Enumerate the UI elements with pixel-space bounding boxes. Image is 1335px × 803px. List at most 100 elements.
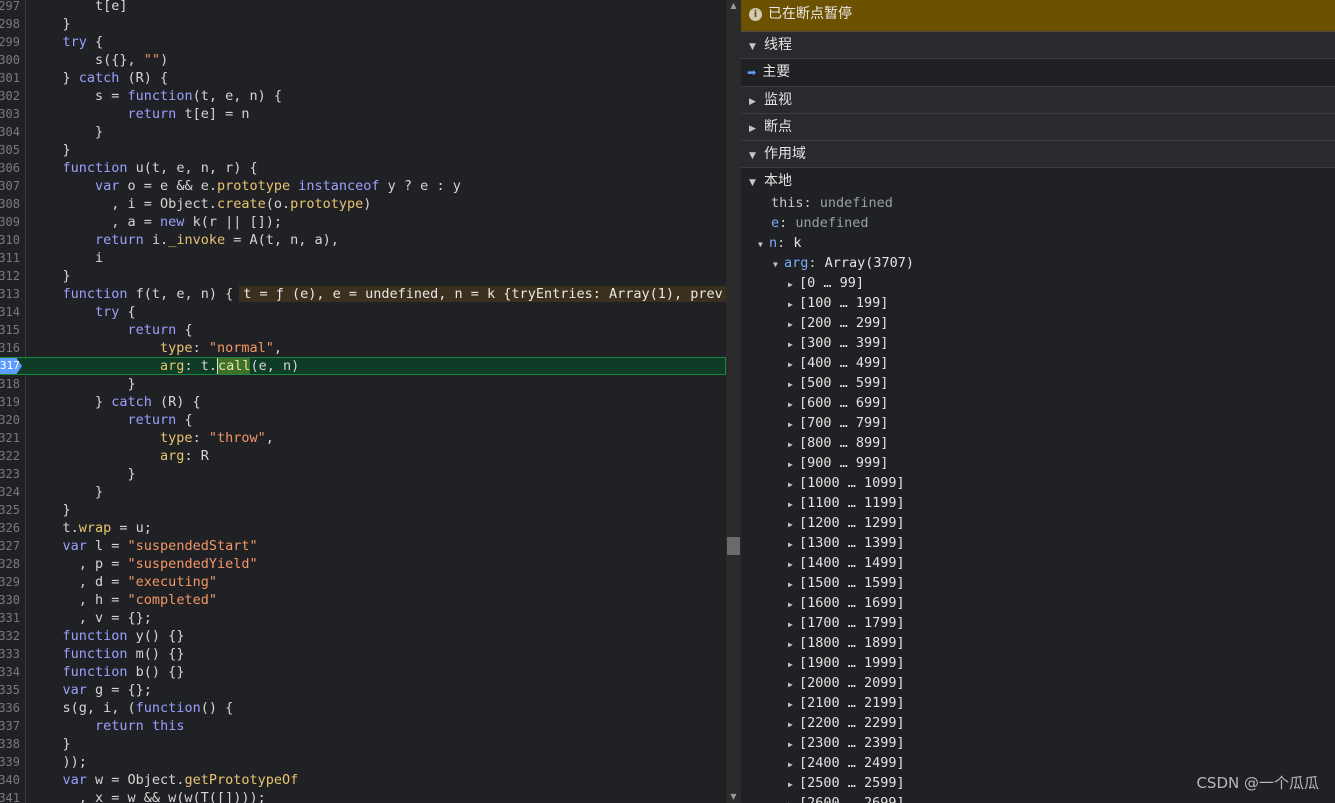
code-line[interactable]: 299 try { [0,33,726,51]
code-line[interactable]: 332 function y() {} [0,627,726,645]
code-line[interactable]: 316 type: "normal", [0,339,726,357]
line-number[interactable]: 309 [0,213,20,231]
line-number[interactable]: 339 [0,753,20,771]
line-number[interactable]: 307 [0,177,20,195]
code-line[interactable]: 335 var g = {}; [0,681,726,699]
code-line[interactable]: 302 s = function(t, e, n) { [0,87,726,105]
line-number[interactable]: 330 [0,591,20,609]
line-number[interactable]: 314 [0,303,20,321]
code-line[interactable]: 327 var l = "suspendedStart" [0,537,726,555]
code-line[interactable]: 315 return { [0,321,726,339]
array-range-item[interactable]: ▶ [2000 … 2099] [788,673,905,693]
array-range-item[interactable]: ▶ [2300 … 2399] [788,733,905,753]
line-number[interactable]: 323 [0,465,20,483]
code-line[interactable]: 328 , p = "suspendedYield" [0,555,726,573]
code-line[interactable]: 322 arg: R [0,447,726,465]
array-range-item[interactable]: ▶ [200 … 299] [788,313,888,333]
line-number[interactable]: 338 [0,735,20,753]
code-line[interactable]: 325 } [0,501,726,519]
var-this[interactable]: this: undefined [771,193,893,213]
array-range-item[interactable]: ▶ [900 … 999] [788,453,888,473]
section-watch[interactable]: ▶ 监视 [741,87,1335,114]
code-line[interactable]: 305 } [0,141,726,159]
code-line[interactable]: 337 return this [0,717,726,735]
code-line[interactable]: 307 var o = e && e.prototype instanceof … [0,177,726,195]
line-number[interactable]: 325 [0,501,20,519]
section-threads[interactable]: ▼ 线程 [741,32,1335,59]
code-line[interactable]: 303 return t[e] = n [0,105,726,123]
code-line[interactable]: 324 } [0,483,726,501]
array-range-item[interactable]: ▶ [1800 … 1899] [788,633,905,653]
code-line[interactable]: 320 return { [0,411,726,429]
code-line[interactable]: 311 i [0,249,726,267]
line-number[interactable]: 332 [0,627,20,645]
code-line[interactable]: 341 , x = w && w(w(T([]))); [0,789,726,803]
line-number[interactable]: 328 [0,555,20,573]
array-range-item[interactable]: ▶ [1400 … 1499] [788,553,905,573]
array-range-item[interactable]: ▶ [1600 … 1699] [788,593,905,613]
code-line[interactable]: 321 type: "throw", [0,429,726,447]
code-line[interactable]: 306 function u(t, e, n, r) { [0,159,726,177]
array-range-item[interactable]: ▶ [1500 … 1599] [788,573,905,593]
array-range-item[interactable]: ▶ [1100 … 1199] [788,493,905,513]
line-number[interactable]: 336 [0,699,20,717]
line-number[interactable]: 315 [0,321,20,339]
array-range-item[interactable]: ▶ [1000 … 1099] [788,473,905,493]
line-number[interactable]: 319 [0,393,20,411]
code-line[interactable]: 336 s(g, i, (function() { [0,699,726,717]
line-number[interactable]: 302 [0,87,20,105]
array-range-item[interactable]: ▶ [100 … 199] [788,293,888,313]
line-number[interactable]: 311 [0,249,20,267]
code-line[interactable]: 310 return i._invoke = A(t, n, a), [0,231,726,249]
array-range-item[interactable]: ▶ [2500 … 2599] [788,773,905,793]
line-number[interactable]: 331 [0,609,20,627]
array-range-item[interactable]: ▶ [1700 … 1799] [788,613,905,633]
scrollbar-thumb[interactable] [727,537,740,555]
code-line[interactable]: 340 var w = Object.getPrototypeOf [0,771,726,789]
array-range-item[interactable]: ▶ [600 … 699] [788,393,888,413]
array-range-item[interactable]: ▶ [0 … 99] [788,273,864,293]
line-number[interactable]: 326 [0,519,20,537]
var-e[interactable]: e: undefined [771,213,869,233]
line-number[interactable]: 340 [0,771,20,789]
code-line[interactable]: 313 function f(t, e, n) {t = ƒ (e), e = … [0,285,726,303]
section-scope[interactable]: ▼ 作用域 [741,141,1335,168]
array-range-item[interactable]: ▶ [1900 … 1999] [788,653,905,673]
var-arg[interactable]: ▼ arg: Array(3707) [773,253,914,273]
thread-item-main[interactable]: ➡ 主要 [741,59,1335,87]
line-number[interactable]: 341 [0,789,20,803]
code-line[interactable]: 331 , v = {}; [0,609,726,627]
editor-scrollbar[interactable]: ▲ ▼ [726,0,741,803]
array-range-item[interactable]: ▶ [1200 … 1299] [788,513,905,533]
array-range-item[interactable]: ▶ [400 … 499] [788,353,888,373]
line-number[interactable]: 308 [0,195,20,213]
array-range-item[interactable]: ▶ [500 … 599] [788,373,888,393]
line-number[interactable]: 305 [0,141,20,159]
code-line[interactable]: 323 } [0,465,726,483]
array-range-item[interactable]: ▶ [2400 … 2499] [788,753,905,773]
code-line[interactable]: 330 , h = "completed" [0,591,726,609]
line-number[interactable]: 313 [0,285,20,303]
scroll-up-icon[interactable]: ▲ [726,0,741,12]
code-line[interactable]: 308 , i = Object.create(o.prototype) [0,195,726,213]
code-line[interactable]: 301 } catch (R) { [0,69,726,87]
code-line-paused[interactable]: 317 arg: t.call(e, n) [0,357,726,375]
array-range-item[interactable]: ▶[2600 … 2699] [788,793,905,803]
code-line[interactable]: 312 } [0,267,726,285]
breakpoint-marker[interactable]: 317 [0,358,22,374]
code-line[interactable]: 338 } [0,735,726,753]
array-range-item[interactable]: ▶ [1300 … 1399] [788,533,905,553]
line-number[interactable]: 304 [0,123,20,141]
code-line[interactable]: 319 } catch (R) { [0,393,726,411]
line-number[interactable]: 327 [0,537,20,555]
code-line[interactable]: 297 t[e] [0,0,726,15]
line-number[interactable]: 299 [0,33,20,51]
line-number[interactable]: 316 [0,339,20,357]
code-line[interactable]: 326 t.wrap = u; [0,519,726,537]
line-number[interactable]: 306 [0,159,20,177]
line-number[interactable]: 303 [0,105,20,123]
code-editor[interactable]: 297 t[e] 298 } 299 try {300 s({}, "") 301 }… [0,0,726,803]
array-range-item[interactable]: ▶ [2100 … 2199] [788,693,905,713]
section-breakpoints[interactable]: ▶ 断点 [741,114,1335,141]
line-number[interactable]: 320 [0,411,20,429]
